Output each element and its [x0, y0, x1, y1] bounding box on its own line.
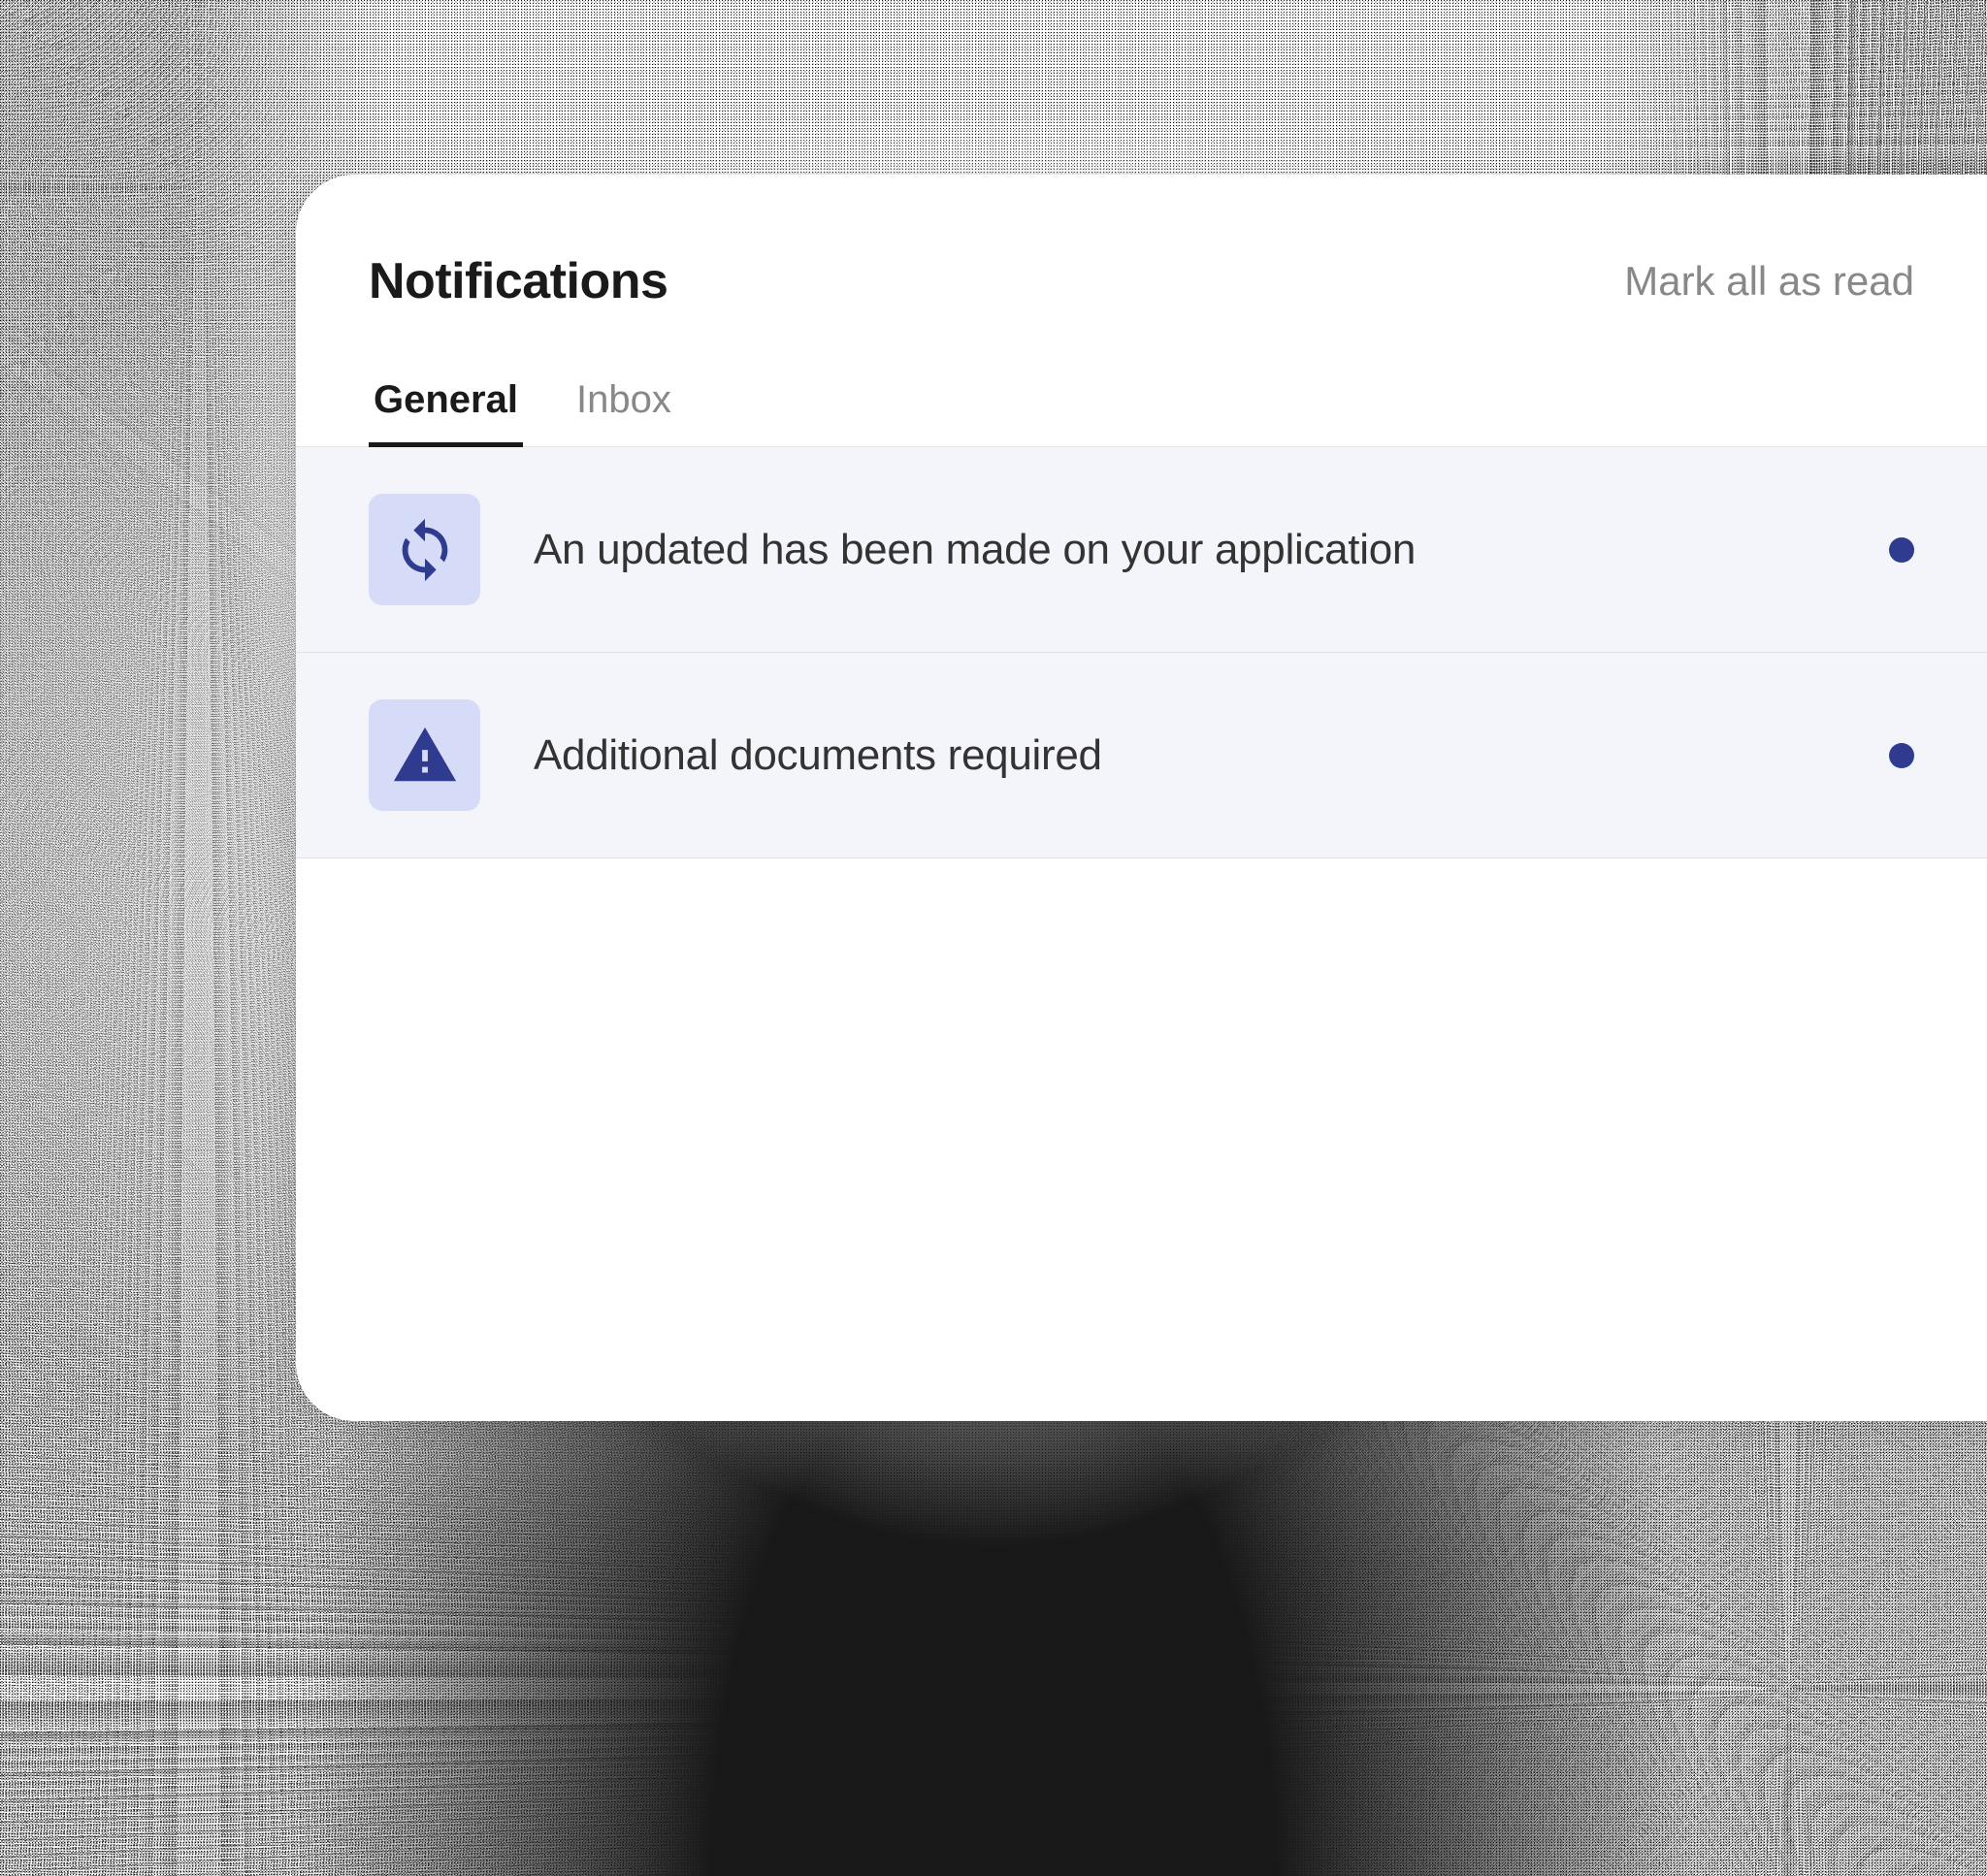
notification-item[interactable]: Additional documents required: [296, 653, 1987, 858]
notification-item[interactable]: An updated has been made on your applica…: [296, 447, 1987, 653]
unread-indicator: [1889, 537, 1914, 563]
notifications-panel: Notifications Mark all as read General I…: [296, 175, 1987, 1421]
tab-inbox[interactable]: Inbox: [571, 349, 676, 446]
unread-indicator: [1889, 743, 1914, 768]
warning-icon: [369, 699, 480, 811]
notification-message: An updated has been made on your applica…: [534, 526, 1836, 574]
mark-all-read-button[interactable]: Mark all as read: [1624, 258, 1914, 305]
panel-header: Notifications Mark all as read: [296, 175, 1987, 349]
panel-title: Notifications: [369, 252, 668, 310]
notification-message: Additional documents required: [534, 731, 1836, 780]
refresh-icon: [369, 494, 480, 605]
tab-bar: General Inbox: [296, 349, 1987, 447]
tab-general[interactable]: General: [369, 349, 523, 446]
notification-list: An updated has been made on your applica…: [296, 447, 1987, 858]
